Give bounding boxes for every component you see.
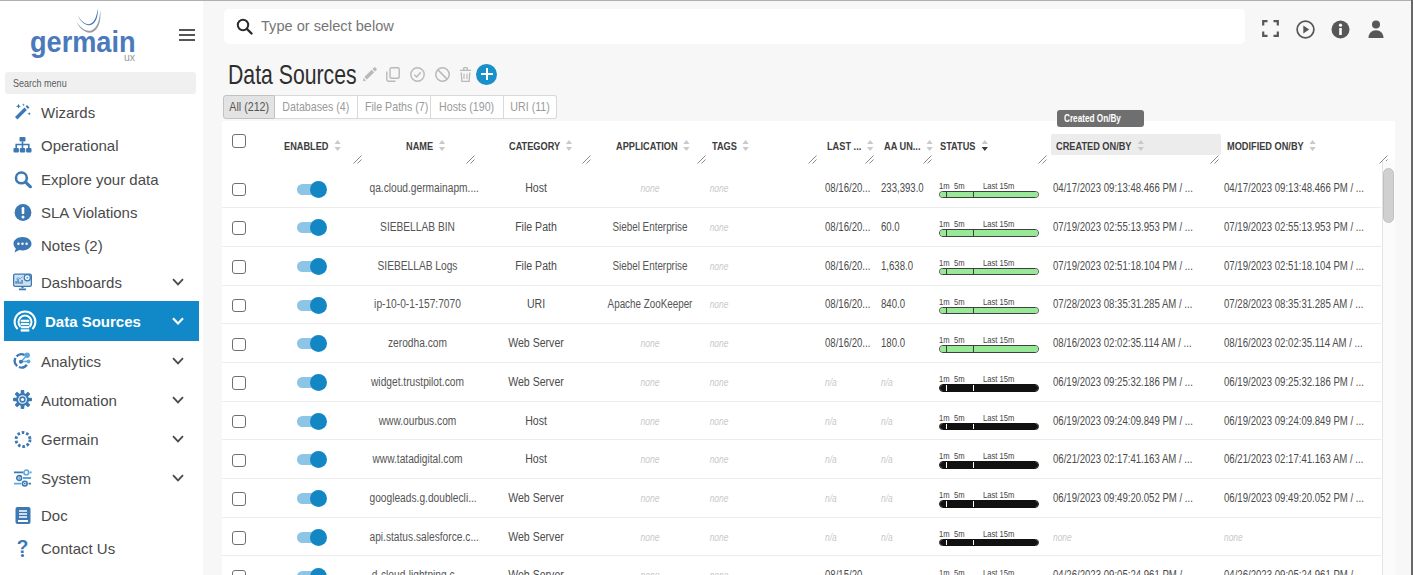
svg-text:?: ? [17, 538, 29, 556]
